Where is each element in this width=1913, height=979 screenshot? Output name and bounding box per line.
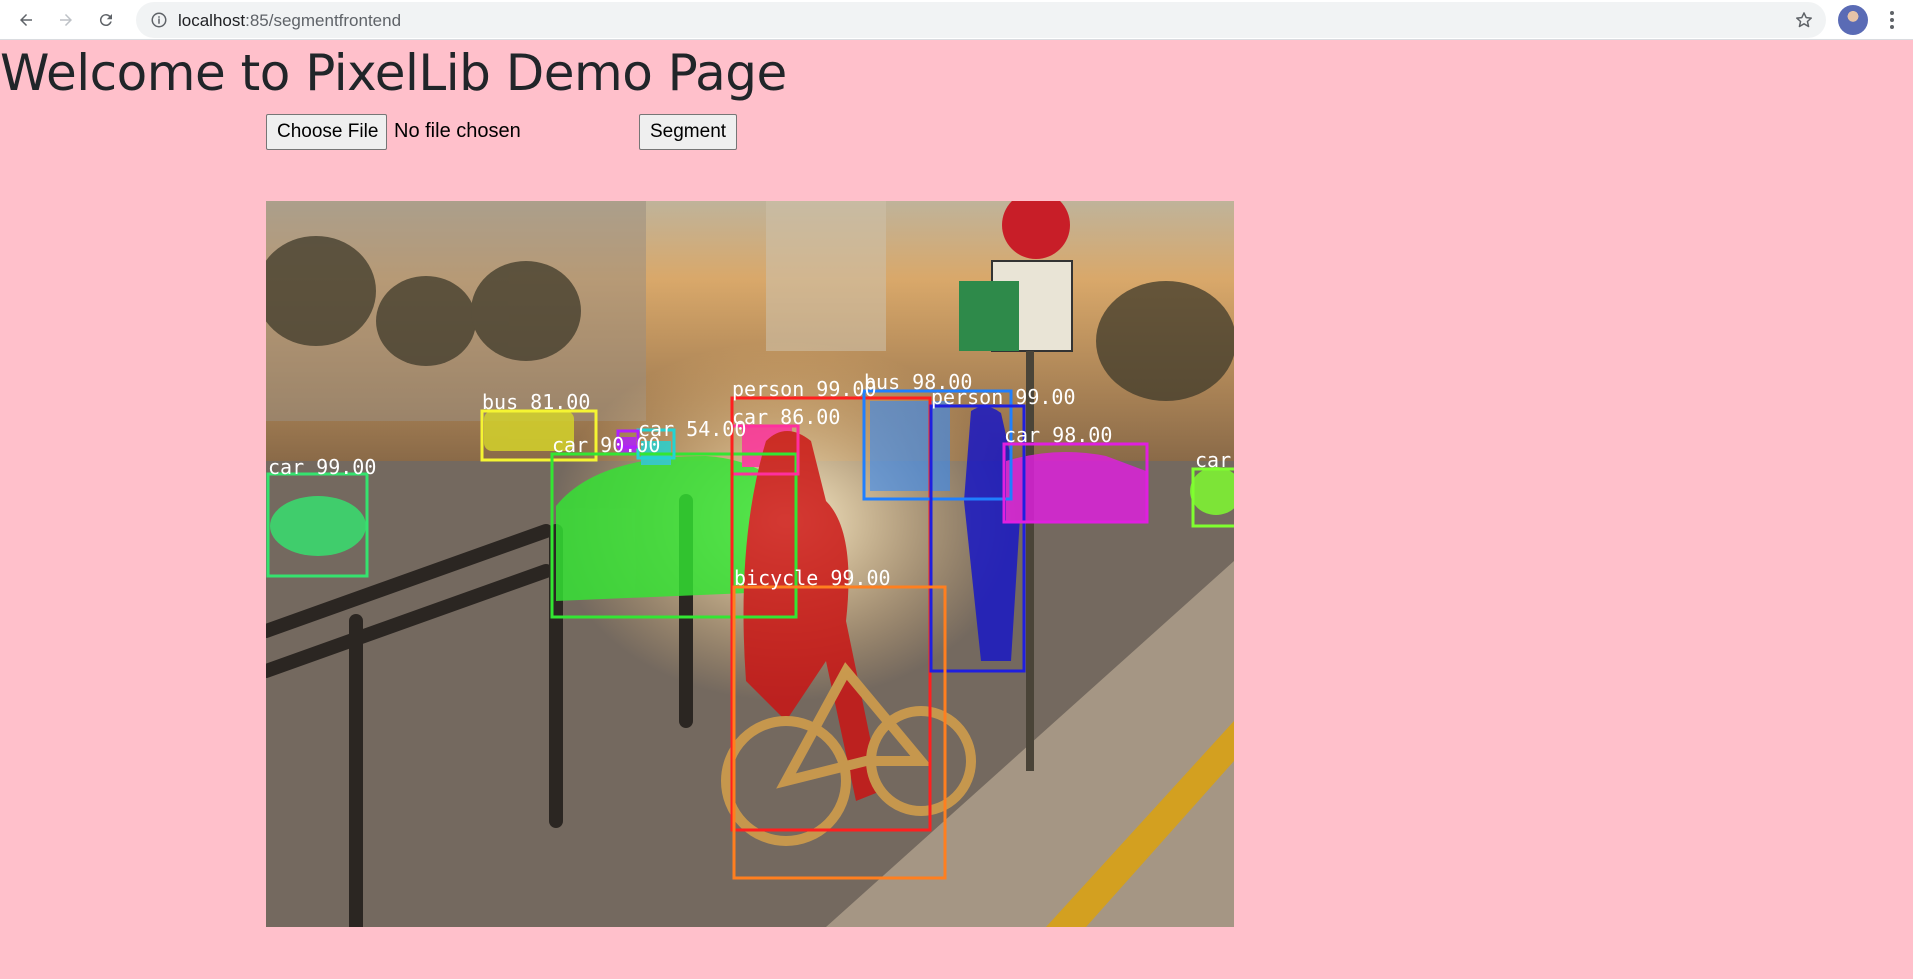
label-bus-1: bus 81.00	[482, 390, 590, 414]
choose-file-button[interactable]: Choose File	[266, 114, 387, 150]
green-sign	[959, 281, 1019, 351]
label-car-6: car	[1195, 448, 1231, 472]
result-canvas: car 99.00 bus 81.00 car 90.00 car 54.00 …	[266, 201, 1234, 927]
label-person-2: person 99.00	[931, 385, 1076, 409]
forward-icon[interactable]	[52, 6, 80, 34]
back-icon[interactable]	[12, 6, 40, 34]
label-car-5: car 98.00	[1004, 423, 1112, 447]
address-bar[interactable]: localhost:85/segmentfrontend	[136, 2, 1826, 38]
profile-avatar[interactable]	[1838, 5, 1868, 35]
file-status: No file chosen	[394, 120, 521, 142]
menu-icon[interactable]	[1880, 8, 1904, 32]
label-bicycle: bicycle 99.00	[734, 566, 891, 590]
url-path: :85/segmentfrontend	[245, 11, 402, 30]
info-icon[interactable]	[150, 11, 168, 29]
url-host: localhost	[178, 11, 246, 30]
label-person-1: person 99.00	[732, 377, 877, 401]
page-title: Welcome to PixelLib Demo Page	[0, 44, 787, 102]
label-car-1: car 99.00	[268, 455, 376, 479]
label-car-3: car 54.00	[638, 417, 746, 441]
label-car-4: car 86.00	[732, 405, 840, 429]
url-text[interactable]: localhost:85/segmentfrontend	[178, 11, 401, 31]
segment-button[interactable]: Segment	[639, 114, 737, 150]
bookmark-star-icon[interactable]	[1794, 10, 1814, 30]
browser-toolbar: localhost:85/segmentfrontend	[0, 0, 1913, 40]
segmented-result-image: car 99.00 bus 81.00 car 90.00 car 54.00 …	[266, 201, 1234, 927]
reload-icon[interactable]	[92, 6, 120, 34]
sign-pole	[1026, 351, 1034, 771]
